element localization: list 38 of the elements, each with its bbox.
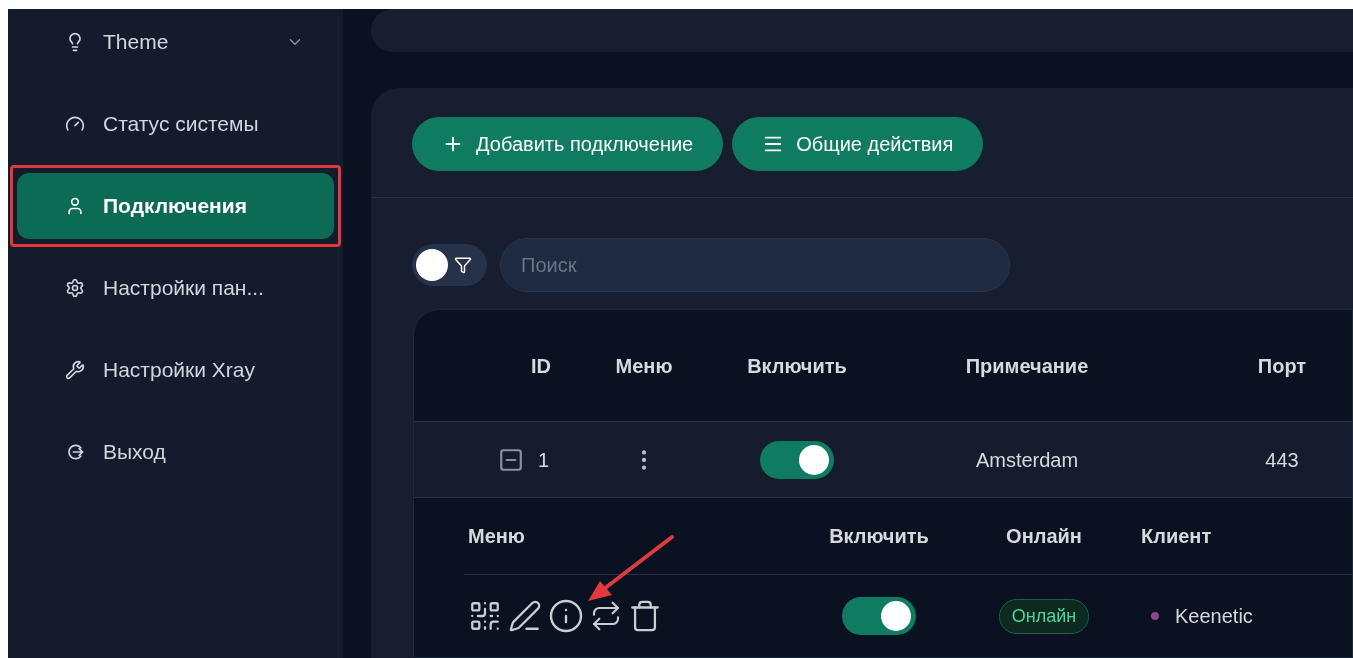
client-switch[interactable] — [842, 597, 916, 635]
client-name: Keenetic — [1175, 604, 1253, 629]
search-field[interactable]: Поиск — [500, 238, 1010, 292]
column-header: Порт — [1257, 353, 1307, 379]
collapse-icon[interactable] — [498, 446, 524, 473]
logout-icon — [65, 442, 85, 462]
column-header: Меню — [468, 524, 525, 549]
remark-cell-text: Amsterdam — [975, 447, 1079, 473]
id-cell-text: 1 — [538, 447, 550, 473]
repeat-icon[interactable] — [590, 600, 622, 632]
port-cell-text: 443 — [1265, 447, 1299, 473]
filter-icon — [454, 256, 472, 274]
column-header: Примечание — [965, 353, 1089, 379]
sidebar-item[interactable]: Выход — [17, 419, 334, 485]
gauge-icon — [65, 114, 85, 134]
sidebar-item[interactable]: Настройки пан... — [17, 255, 334, 321]
filter-toggle[interactable] — [412, 244, 487, 286]
status-badge: Онлайн — [998, 598, 1090, 634]
sidebar-item[interactable]: Настройки Xray — [17, 337, 334, 403]
column-header: ID — [531, 353, 551, 379]
trash-icon[interactable] — [628, 599, 662, 633]
edit-icon[interactable] — [508, 599, 542, 633]
toolbar-button[interactable]: Общие действия — [732, 117, 984, 171]
column-header: Онлайн — [1006, 524, 1082, 549]
info-icon[interactable] — [548, 598, 584, 634]
enable-switch[interactable] — [760, 440, 834, 479]
column-header: Клиент — [1141, 524, 1212, 549]
sidebar-item[interactable]: Theme — [17, 9, 334, 75]
user-icon — [65, 196, 85, 216]
sidebar-item[interactable]: Статус системы — [17, 91, 334, 157]
wrench-icon — [65, 360, 85, 380]
sidebar-item[interactable]: Подключения — [17, 173, 334, 239]
column-header: Включить — [829, 524, 929, 549]
toolbar-button[interactable]: Добавить подключение — [412, 117, 724, 171]
qr-code-icon[interactable] — [468, 599, 502, 633]
column-header: Меню — [615, 353, 673, 379]
column-header: Включить — [747, 353, 847, 379]
settings-icon — [65, 278, 85, 298]
